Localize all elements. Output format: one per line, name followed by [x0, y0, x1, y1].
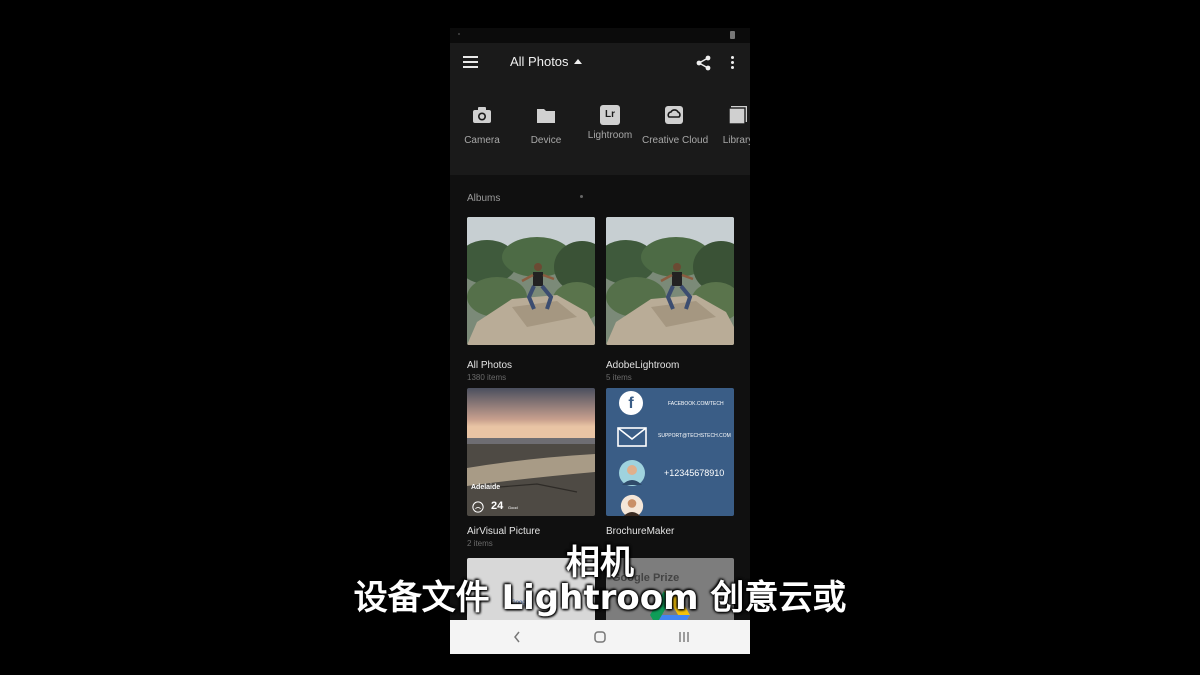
source-lightroom[interactable]: Lr Lightroom	[578, 105, 642, 141]
albums-heading: Albums	[467, 193, 501, 204]
airvisual-status: Good	[508, 505, 518, 510]
album-count: 5 items	[606, 373, 632, 382]
source-label: Creative Cloud	[642, 135, 709, 146]
hamburger-menu-icon[interactable]	[463, 56, 478, 68]
folder-icon	[537, 109, 555, 123]
album-name: AdobeLightroom	[606, 360, 680, 371]
album-thumbnail	[457, 217, 610, 345]
airvisual-aqi-value: 24	[491, 500, 504, 512]
camera-icon	[473, 107, 491, 123]
video-subtitle-line-2: 设备文件 Lightroom 创意云或	[353, 578, 847, 618]
source-label: Lightroom	[587, 130, 633, 141]
source-library[interactable]: Library	[706, 105, 750, 146]
system-nav-bar	[450, 620, 750, 654]
app-bar: All Photos	[450, 43, 750, 83]
album-card-brochuremaker[interactable]: f FACEBOOK.COM/TECH SUPPORT@TECHSTECH.CO…	[606, 388, 734, 539]
person-avatar-icon	[619, 460, 645, 486]
source-camera[interactable]: Camera	[450, 105, 514, 146]
source-label: Library	[722, 135, 750, 146]
album-card-all-photos[interactable]: All Photos 1380 items	[457, 217, 610, 382]
album-count: 1380 items	[467, 373, 507, 382]
albums-indicator-dot	[580, 195, 583, 198]
brochure-line: FACEBOOK.COM/TECH	[668, 401, 724, 407]
back-chevron-icon[interactable]	[512, 630, 522, 644]
library-icon	[728, 106, 747, 125]
import-sources-bar: Camera Device Lr Lightroom Creative Clou…	[450, 83, 750, 175]
album-selector-dropdown[interactable]: All Photos	[510, 54, 582, 69]
envelope-icon	[617, 427, 647, 447]
album-name: All Photos	[467, 360, 513, 371]
brochure-line: +12345678910	[664, 468, 725, 478]
lightroom-icon: Lr	[600, 105, 620, 125]
share-icon[interactable]	[696, 55, 711, 71]
album-thumbnail: Adelaide 24 Good	[467, 388, 595, 516]
album-card-airvisual-picture[interactable]: Adelaide 24 Good AirVisual Picture 2 ite…	[467, 388, 595, 548]
status-dot	[458, 33, 460, 35]
airvisual-city: Adelaide	[471, 484, 501, 491]
album-selector-label: All Photos	[510, 54, 569, 69]
status-bar	[450, 28, 750, 43]
creative-cloud-icon	[665, 106, 683, 124]
lightroom-glyph: Lr	[605, 109, 615, 120]
air-quality-face-icon	[472, 501, 484, 513]
album-card-adobelightroom[interactable]: AdobeLightroom 5 items	[596, 217, 749, 382]
battery-icon	[730, 31, 735, 39]
album-thumbnail	[596, 217, 749, 345]
source-label: Camera	[464, 135, 500, 146]
album-thumbnail: f FACEBOOK.COM/TECH SUPPORT@TECHSTECH.CO…	[606, 388, 734, 516]
home-icon[interactable]	[593, 630, 607, 644]
beach-sunset-image	[467, 388, 595, 516]
source-creative-cloud[interactable]: Creative Cloud	[642, 105, 709, 146]
source-label: Device	[530, 135, 562, 146]
caret-up-icon	[573, 59, 582, 64]
source-device[interactable]: Device	[514, 105, 578, 146]
person-avatar-icon	[620, 494, 644, 516]
recent-apps-icon[interactable]	[677, 630, 691, 644]
facebook-icon: f	[619, 391, 643, 415]
brochure-line: SUPPORT@TECHSTECH.COM	[658, 433, 731, 439]
more-options-icon[interactable]	[731, 56, 735, 70]
